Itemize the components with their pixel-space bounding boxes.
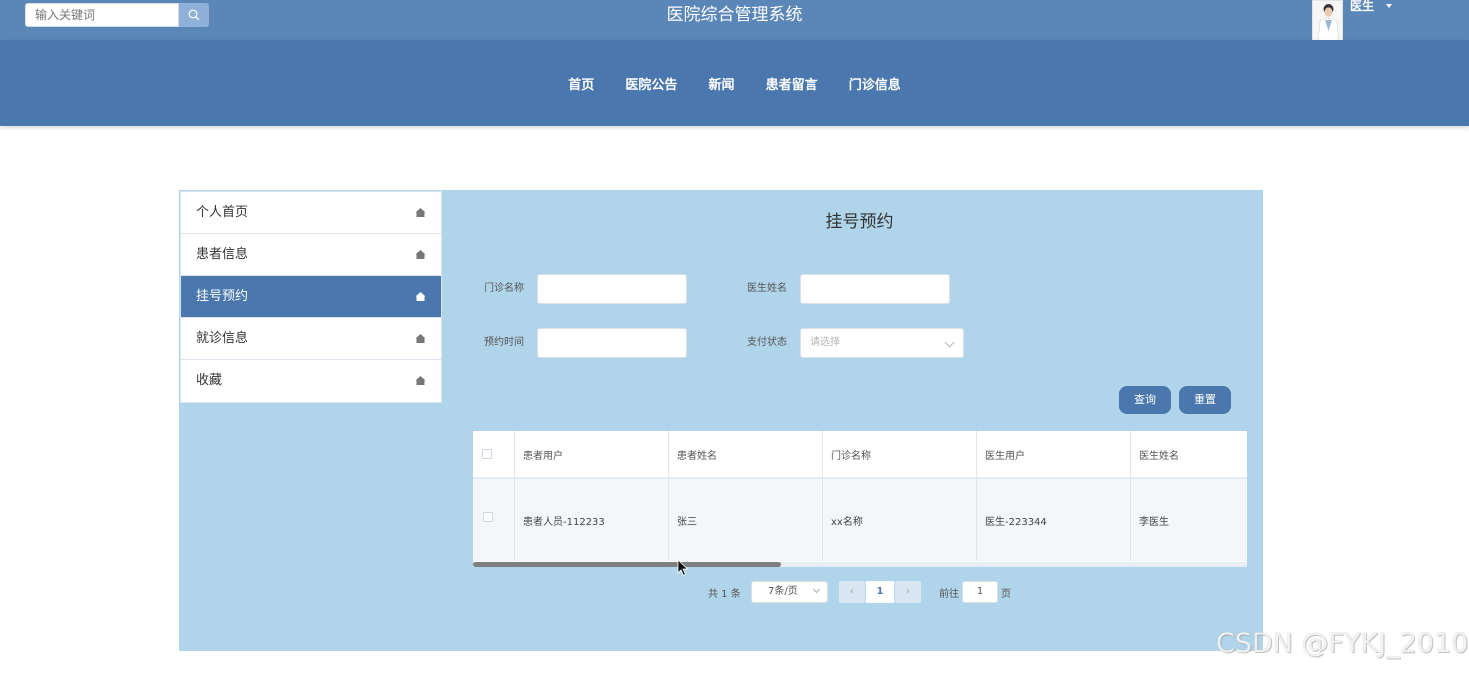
table-cell: 李医生 [1139,516,1169,528]
sidebar-item-favorites[interactable]: 收藏 [181,360,441,402]
doctor-name-label: 医生姓名 [747,283,787,294]
column-header[interactable]: 医生用户 [977,431,1131,477]
current-page[interactable]: 1 [866,581,894,603]
sidebar-item-appointments[interactable]: 挂号预约 [181,276,441,318]
avatar[interactable] [1312,0,1343,43]
scrollbar-thumb[interactable] [473,562,781,567]
user-name[interactable]: 医生 [1350,0,1374,14]
doctor-avatar-image [1313,1,1342,42]
select-all-checkbox[interactable] [482,449,492,459]
payment-status-label: 支付状态 [747,337,787,348]
table-cell: xx名称 [823,479,977,561]
payment-status-placeholder: 请选择 [810,337,840,348]
sidebar-item-label: 收藏 [196,373,223,388]
watermark: CSDN @FYKJ_2010 [1216,628,1469,659]
next-page-button[interactable]: › [895,581,921,603]
caret-down-icon[interactable] [1386,4,1392,8]
select-all-cell [473,431,515,477]
table-cell: 患者人员-112233 [515,479,669,561]
prev-page-button[interactable]: ‹ [839,581,865,603]
goto-page-input[interactable]: 1 [962,581,998,603]
pagination-total: 共 1 条 [708,589,741,600]
doctor-name-input[interactable] [800,274,950,304]
table-cell: 医生-223344 [977,479,1131,561]
page-title: 挂号预约 [825,212,894,232]
page-size-select[interactable]: 7条/页 [751,581,828,603]
appointments-table: 患者用户 患者姓名 门诊名称 医生用户 医生姓名 患者人员-112233 张三 … [473,431,1247,562]
clinic-name-input[interactable] [537,274,687,304]
sidebar-item-profile[interactable]: 个人首页 [181,192,441,234]
table-header: 患者用户 患者姓名 门诊名称 医生用户 医生姓名 [473,431,1247,479]
query-button[interactable]: 查询 [1119,386,1171,414]
row-select-cell [473,479,515,561]
column-header[interactable]: 医生姓名 [1131,431,1247,477]
main-menu: 首页 医院公告 新闻 患者留言 门诊信息 [0,74,1469,96]
column-header[interactable]: 门诊名称 [823,431,977,477]
clinic-name-label: 门诊名称 [484,283,524,294]
menu-item-clinics[interactable]: 门诊信息 [849,76,901,96]
sidebar-item-visits[interactable]: 就诊信息 [181,318,441,360]
menu-item-home[interactable]: 首页 [568,76,594,96]
table-row[interactable]: 患者人员-112233 张三 xx名称 医生-223344 李医生 [473,479,1247,561]
sidebar-item-label: 个人首页 [196,205,249,220]
menu-item-news[interactable]: 新闻 [708,76,734,96]
sidebar-item-label: 患者信息 [196,247,249,262]
home-icon [415,250,426,259]
sidebar-item-label: 挂号预约 [196,289,249,304]
menu-item-messages[interactable]: 患者留言 [766,76,818,96]
home-icon [415,208,426,217]
chevron-down-icon [812,585,821,594]
home-icon [415,376,426,385]
mouse-cursor-icon [677,559,689,577]
page-size-value: 7条/页 [768,586,798,597]
reset-button[interactable]: 重置 [1179,386,1231,414]
home-icon [415,334,426,343]
appointment-time-input[interactable] [537,328,687,358]
sidebar-item-label: 就诊信息 [196,331,249,346]
column-header[interactable]: 患者用户 [515,431,669,477]
site-title: 医院综合管理系统 [666,5,803,25]
column-header[interactable]: 患者姓名 [669,431,823,477]
appointment-time-label: 预约时间 [484,337,524,348]
sidebar: 个人首页 患者信息 挂号预约 就诊信息 收藏 [180,191,442,403]
sidebar-item-patients[interactable]: 患者信息 [181,234,441,276]
table-cell: 张三 [669,479,823,561]
chevron-down-icon [944,337,955,348]
row-checkbox[interactable] [483,512,493,522]
goto-label: 前往 [939,589,959,600]
page-suffix: 页 [1001,589,1011,600]
menu-item-announcements[interactable]: 医院公告 [625,76,677,96]
home-icon [415,292,426,301]
payment-status-select[interactable]: 请选择 [800,328,964,358]
